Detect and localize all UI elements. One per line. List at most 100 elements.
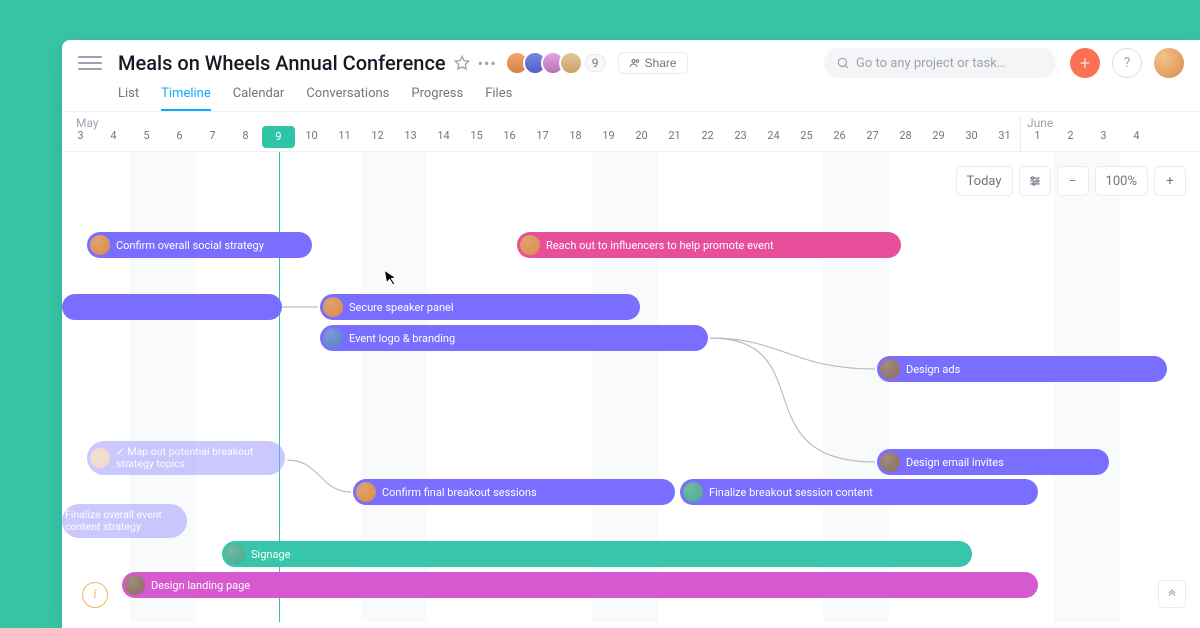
day-cell[interactable]: 2 — [1054, 129, 1087, 148]
task-label: Confirm overall social strategy — [116, 239, 264, 252]
menu-icon[interactable] — [78, 51, 102, 75]
zoom-out-button[interactable]: − — [1057, 166, 1089, 196]
day-cell[interactable]: 29 — [922, 129, 955, 148]
project-title: Meals on Wheels Annual Conference — [118, 51, 446, 75]
share-button[interactable]: Share — [618, 52, 688, 74]
task-map-breakout[interactable]: ✓ Map out potential breakout strategy to… — [87, 441, 285, 475]
day-cell[interactable]: 23 — [724, 129, 757, 148]
day-cell[interactable]: 15 — [460, 129, 493, 148]
day-cell[interactable]: 18 — [559, 129, 592, 148]
day-cell[interactable]: 6 — [163, 129, 196, 148]
member-count: 9 — [585, 54, 606, 72]
tab-progress[interactable]: Progress — [411, 86, 463, 111]
people-icon — [629, 57, 641, 69]
info-icon[interactable]: i — [82, 582, 108, 608]
day-cell[interactable]: 1 — [1021, 129, 1054, 148]
day-cell[interactable]: 17 — [526, 129, 559, 148]
day-cell[interactable]: 25 — [790, 129, 823, 148]
task-label: Event logo & branding — [349, 332, 455, 345]
day-cell[interactable]: 20 — [625, 129, 658, 148]
assignee-avatar — [683, 482, 703, 502]
assignee-avatar — [90, 235, 110, 255]
day-cell[interactable]: 13 — [394, 129, 427, 148]
app-window: Meals on Wheels Annual Conference ••• 9 … — [62, 40, 1200, 628]
day-cell[interactable]: 3 — [1087, 129, 1120, 148]
timeline-header: May June 3456789101112131415161718192021… — [62, 112, 1200, 152]
task-label: Confirm final breakout sessions — [382, 486, 537, 499]
assignee-avatar — [90, 448, 110, 468]
assignee-avatar — [356, 482, 376, 502]
star-icon[interactable] — [454, 55, 470, 71]
day-cell[interactable]: 28 — [889, 129, 922, 148]
zoom-level[interactable]: 100% — [1095, 166, 1148, 196]
day-cell[interactable]: 31 — [988, 129, 1021, 148]
search-icon — [836, 56, 850, 70]
day-cell[interactable]: 3 — [64, 129, 97, 148]
task-reach-influencers[interactable]: Reach out to influencers to help promote… — [517, 232, 901, 258]
task-prior-bar[interactable] — [62, 294, 282, 320]
day-cell[interactable]: 4 — [1120, 129, 1153, 148]
day-cell[interactable]: 30 — [955, 129, 988, 148]
task-confirm-social[interactable]: Confirm overall social strategy — [87, 232, 312, 258]
assignee-avatar — [225, 544, 245, 564]
day-cell[interactable]: 7 — [196, 129, 229, 148]
task-event-logo[interactable]: Event logo & branding — [320, 325, 708, 351]
tab-list[interactable]: List — [118, 86, 139, 111]
assignee-avatar — [880, 452, 900, 472]
task-label: Secure speaker panel — [349, 301, 454, 314]
add-button[interactable]: + — [1070, 48, 1100, 78]
task-label: Reach out to influencers to help promote… — [546, 239, 774, 252]
day-cell[interactable]: 8 — [229, 129, 262, 148]
day-cell[interactable]: 19 — [592, 129, 625, 148]
profile-avatar[interactable] — [1154, 48, 1184, 78]
scroll-top-button[interactable] — [1158, 580, 1186, 608]
day-cell[interactable]: 12 — [361, 129, 394, 148]
task-label: Design email invites — [906, 456, 1004, 469]
day-cell[interactable]: 4 — [97, 129, 130, 148]
assignee-avatar — [125, 575, 145, 595]
search-input[interactable]: Go to any project or task… — [824, 48, 1056, 78]
task-design-email[interactable]: Design email invites — [877, 449, 1109, 475]
timeline-body[interactable]: Today − 100% + Confirm overall social st… — [62, 152, 1200, 622]
today-button[interactable]: Today — [956, 166, 1013, 196]
assignee-avatar — [880, 359, 900, 379]
tab-calendar[interactable]: Calendar — [233, 86, 285, 111]
assignee-avatar — [520, 235, 540, 255]
settings-icon[interactable] — [1019, 166, 1051, 196]
day-cell[interactable]: 11 — [328, 129, 361, 148]
zoom-in-button[interactable]: + — [1154, 166, 1186, 196]
day-cell[interactable]: 14 — [427, 129, 460, 148]
task-finalize-overall[interactable]: Finalize overall event content strategy — [62, 504, 187, 538]
task-label: Finalize overall event content strategy — [65, 509, 179, 533]
top-bar: Meals on Wheels Annual Conference ••• 9 … — [62, 40, 1200, 86]
day-cell[interactable]: 22 — [691, 129, 724, 148]
task-signage[interactable]: Signage — [222, 541, 972, 567]
day-cell[interactable]: 27 — [856, 129, 889, 148]
days-row: 3456789101112131415161718192021222324252… — [62, 129, 1200, 148]
task-finalize-breakout[interactable]: Finalize breakout session content — [680, 479, 1038, 505]
tab-files[interactable]: Files — [485, 86, 512, 111]
more-icon[interactable]: ••• — [478, 54, 497, 73]
tab-conversations[interactable]: Conversations — [306, 86, 389, 111]
tab-timeline[interactable]: Timeline — [161, 86, 211, 111]
member-avatars[interactable]: 9 — [511, 51, 606, 75]
day-cell[interactable]: 16 — [493, 129, 526, 148]
task-label: Design landing page — [151, 579, 250, 592]
task-label: Signage — [251, 548, 290, 561]
task-confirm-breakout[interactable]: Confirm final breakout sessions — [353, 479, 675, 505]
day-cell[interactable]: 24 — [757, 129, 790, 148]
day-cell[interactable]: 5 — [130, 129, 163, 148]
assignee-avatar — [323, 328, 343, 348]
day-cell[interactable]: 21 — [658, 129, 691, 148]
task-secure-speaker[interactable]: Secure speaker panel — [320, 294, 640, 320]
day-cell[interactable]: 26 — [823, 129, 856, 148]
task-label: Design ads — [906, 363, 960, 376]
task-design-landing[interactable]: Design landing page — [122, 572, 1038, 598]
task-design-ads[interactable]: Design ads — [877, 356, 1167, 382]
day-cell[interactable]: 10 — [295, 129, 328, 148]
task-label: ✓ Map out potential breakout strategy to… — [116, 446, 277, 470]
help-button[interactable]: ? — [1112, 48, 1142, 78]
tabs: List Timeline Calendar Conversations Pro… — [62, 86, 1200, 112]
day-cell[interactable]: 9 — [262, 126, 295, 148]
month-label-left: May — [76, 116, 99, 130]
